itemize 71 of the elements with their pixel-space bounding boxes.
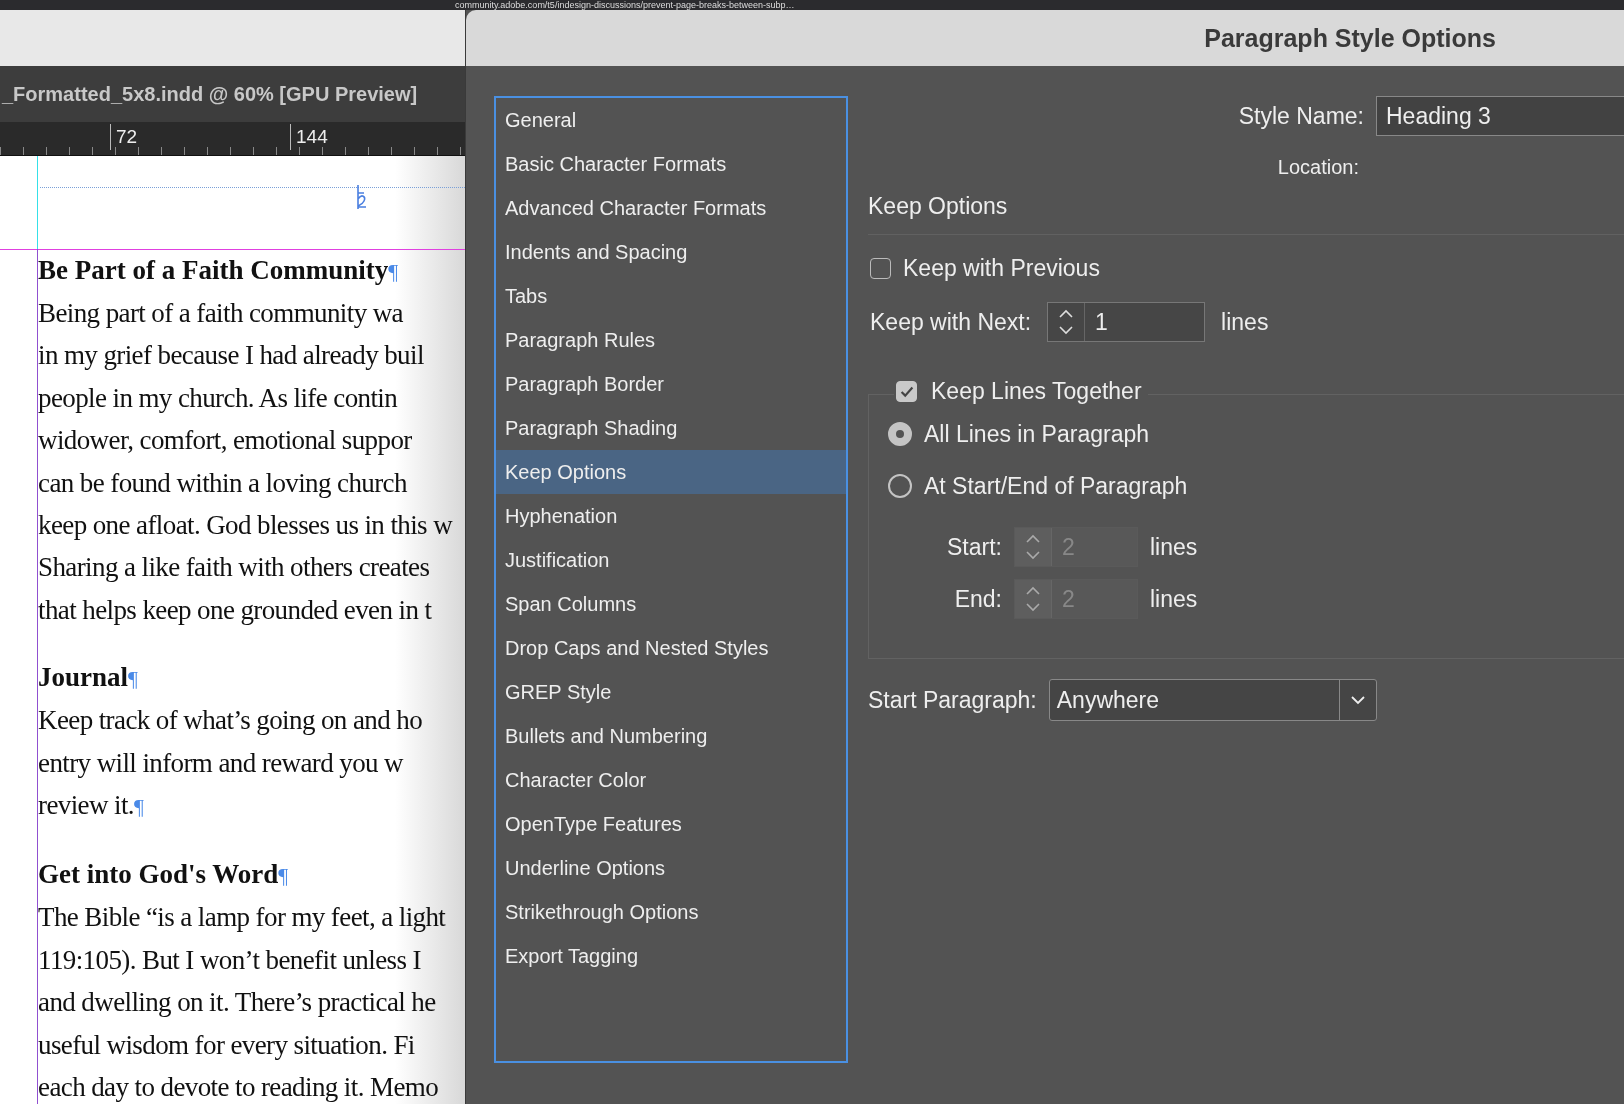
address-text[interactable]: community.adobe.com/t5/indesign-discussions/prevent-page-breaks-between-subp… xyxy=(455,0,795,10)
body-text-line: Keep track of what’s going on and ho xyxy=(38,705,423,736)
ruler-label: 72 xyxy=(110,124,138,150)
chevron-down-icon xyxy=(1349,695,1366,705)
radio-label: All Lines in Paragraph xyxy=(924,420,1150,448)
category-item[interactable]: Advanced Character Formats xyxy=(496,186,846,230)
body-text-line: useful wisdom for every situation. Fi xyxy=(38,1029,415,1060)
body-text-line: people in my church. As life contin xyxy=(38,382,398,413)
location-label: Location: xyxy=(1277,156,1359,179)
style-name-label: Style Name: xyxy=(1238,102,1364,130)
category-item[interactable]: Paragraph Shading xyxy=(496,406,846,450)
body-text-line: in my grief because I had already buil xyxy=(38,340,424,371)
section-title: Keep Options xyxy=(868,193,1009,220)
category-item[interactable]: GREP Style xyxy=(496,670,846,714)
category-item[interactable]: General xyxy=(496,98,846,142)
checkbox[interactable] xyxy=(870,258,891,279)
heading-text: Journal xyxy=(38,662,129,693)
pilcrow-mark: ¶ xyxy=(128,666,138,692)
radio-button[interactable] xyxy=(888,474,912,498)
heading-text: Be Part of a Faith Community xyxy=(38,255,389,285)
pilcrow-mark: ¶ xyxy=(278,863,289,889)
body-text-line: 119:105). But I won’t benefit unless I xyxy=(38,944,421,975)
body-text-line: can be found within a loving church xyxy=(38,467,407,498)
body-text-line: The Bible “is a lamp for my feet, a light xyxy=(38,902,446,933)
category-item[interactable]: Keep Options xyxy=(496,450,846,494)
number-field[interactable]: 1 xyxy=(1047,302,1206,342)
body-text-line: review it. xyxy=(38,790,134,821)
category-item[interactable]: Underline Options xyxy=(496,846,846,890)
category-item[interactable]: Paragraph Rules xyxy=(496,318,846,362)
radio-button[interactable] xyxy=(888,422,912,446)
category-item[interactable]: Drop Caps and Nested Styles xyxy=(496,626,846,670)
start-paragraph-label: Start Paragraph: xyxy=(868,686,1037,714)
category-item[interactable]: Strikethrough Options xyxy=(496,890,846,934)
checkbox-label: Keep Lines Together xyxy=(931,378,1142,405)
category-item[interactable]: Paragraph Border xyxy=(496,362,846,406)
checkbox-label: Keep with Previous xyxy=(903,255,1100,282)
category-item[interactable]: Span Columns xyxy=(496,582,846,626)
body-text-line: Being part of a faith community wa xyxy=(38,298,403,328)
unit-label: lines xyxy=(1221,308,1269,336)
field-label: Start: xyxy=(946,533,1002,561)
body-text-line: Sharing a like faith with others creates xyxy=(38,552,430,583)
unit-label: lines xyxy=(1150,585,1198,613)
style-name-field[interactable]: Heading 3 xyxy=(1376,96,1624,136)
ruler-label: 144 xyxy=(290,124,328,150)
category-item[interactable]: Indents and Spacing xyxy=(496,230,846,274)
body-text-line: that helps keep one grounded even in t xyxy=(38,594,432,625)
body-text-line: and dwelling on it. There’s practical he xyxy=(38,987,436,1018)
category-item[interactable]: Basic Character Formats xyxy=(496,142,846,186)
category-item[interactable]: Justification xyxy=(496,538,846,582)
pilcrow-mark: ¶ xyxy=(388,259,399,284)
category-item[interactable]: Export Tagging xyxy=(496,934,846,978)
category-item[interactable]: OpenType Features xyxy=(496,802,846,846)
body-text-line: entry will inform and reward you w xyxy=(38,747,403,778)
dialog-title: Paragraph Style Options xyxy=(1204,23,1496,53)
pilcrow-mark: ¶ xyxy=(133,794,144,820)
dropdown[interactable]: Anywhere xyxy=(1048,679,1377,721)
document-tab[interactable]: _Formatted_5x8.indd @ 60% [GPU Preview] xyxy=(0,66,465,122)
checkbox[interactable] xyxy=(896,381,917,402)
radio-label: At Start/End of Paragraph xyxy=(924,472,1188,500)
category-item[interactable]: Character Color xyxy=(496,758,846,802)
unit-label: lines xyxy=(1150,533,1198,561)
anchor-icon xyxy=(356,185,368,209)
category-item[interactable]: Hyphenation xyxy=(496,494,846,538)
keep-with-next-label: Keep with Next: xyxy=(870,308,1032,336)
body-text-line: widower, comfort, emotional suppor xyxy=(38,425,412,456)
heading-text: Get into God's Word xyxy=(38,859,279,890)
field-label: End: xyxy=(953,585,1002,613)
category-item[interactable]: Tabs xyxy=(496,274,846,318)
category-item[interactable]: Bullets and Numbering xyxy=(496,714,846,758)
body-text-line: each day to devote to reading it. Memo xyxy=(38,1072,439,1103)
body-text-line: keep one afloat. God blesses us in this w xyxy=(38,510,453,541)
